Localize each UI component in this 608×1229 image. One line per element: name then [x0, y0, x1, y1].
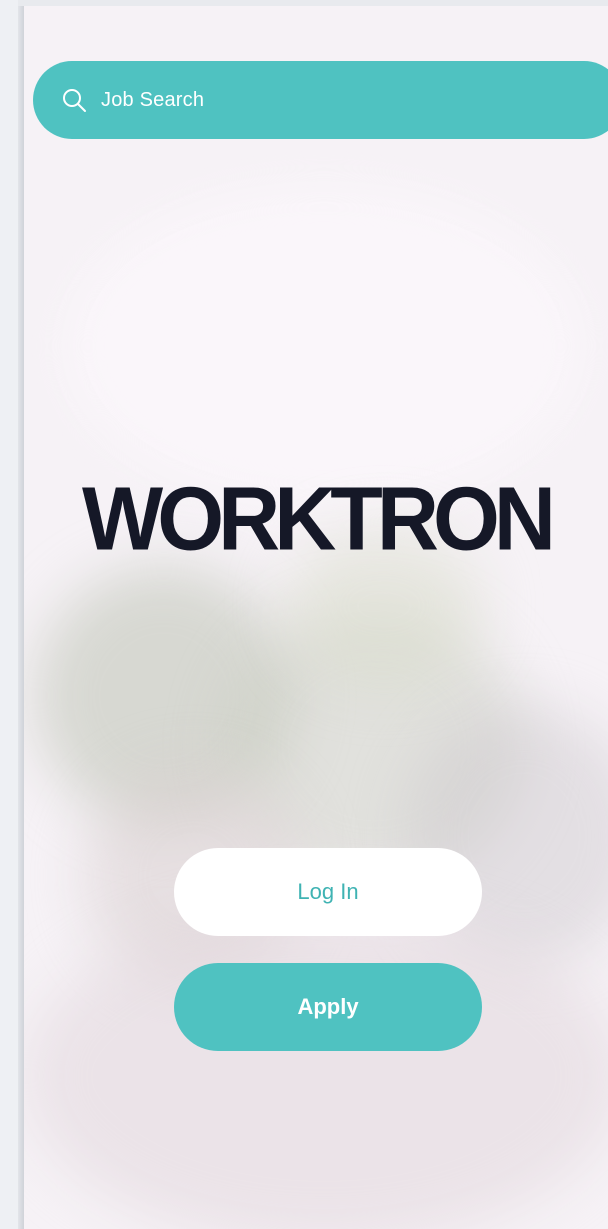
job-search-label: Job Search: [101, 88, 205, 111]
background-blur: [24, 906, 608, 1229]
log-in-button[interactable]: Log In: [174, 848, 482, 936]
app-screen: Job Search WORKTRON Log In Apply: [24, 6, 608, 1229]
worktron-logo: WORKTRON: [82, 468, 556, 570]
search-icon: [61, 87, 87, 113]
background-blur: [64, 186, 584, 506]
job-search-bar[interactable]: Job Search: [33, 61, 608, 139]
apply-button[interactable]: Apply: [174, 963, 482, 1051]
